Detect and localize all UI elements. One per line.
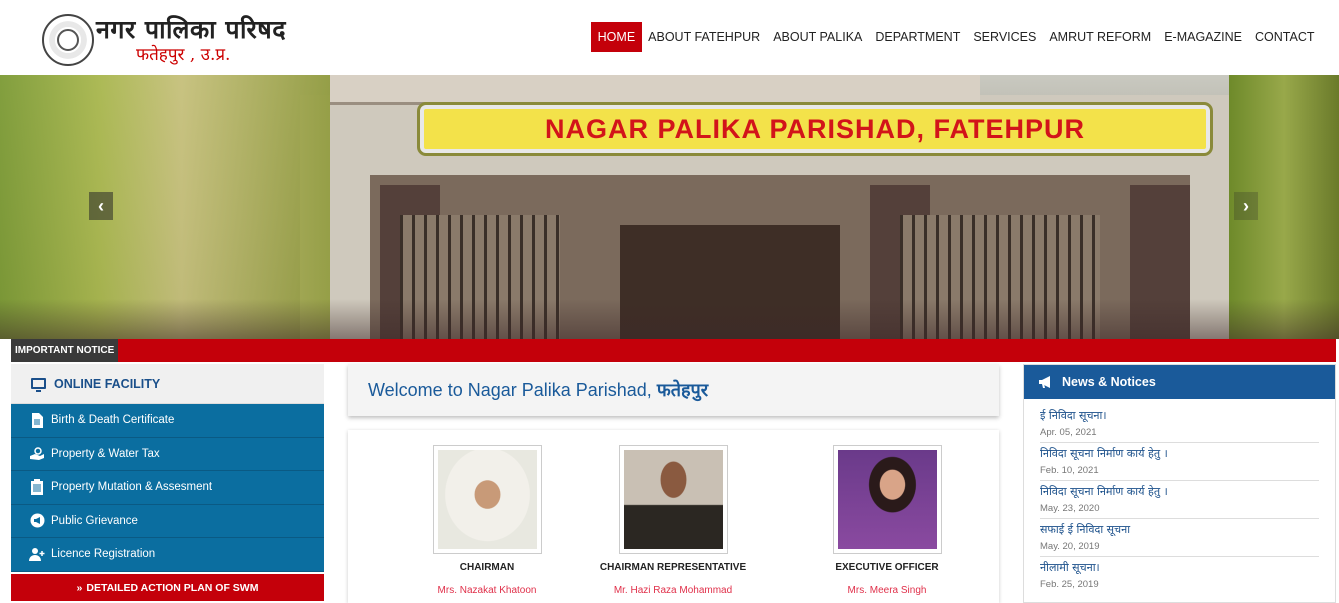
important-notice-marquee[interactable]: IMPORTANT NOTICE: [11, 339, 1336, 362]
official-name[interactable]: Mrs. Meera Singh: [787, 585, 987, 596]
official-card: CHAIRMAN Mrs. Nazakat Khatoon: [387, 445, 587, 596]
official-name[interactable]: Mr. Hazi Raza Mohammad: [573, 585, 773, 596]
building-banner: NAGAR PALIKA PARISHAD, FATEHPUR: [420, 105, 1210, 153]
hand-money-icon: [29, 446, 45, 462]
news-date: Apr. 05, 2021: [1040, 427, 1097, 438]
nav-about-palika[interactable]: ABOUT PALIKA: [767, 22, 869, 52]
site-header: नगर पालिका परिषद फतेहपुर , उ.प्र. HOME A…: [0, 0, 1339, 75]
news-date: Feb. 25, 2019: [1040, 579, 1099, 590]
user-add-icon: [29, 546, 45, 562]
official-card: EXECUTIVE OFFICER Mrs. Meera Singh: [787, 445, 987, 596]
chevron-left-icon: ‹: [98, 195, 104, 216]
hero-carousel: NAGAR PALIKA PARISHAD, FATEHPUR ‹ ›: [0, 75, 1339, 339]
welcome-city: फतेहपुर: [656, 380, 709, 401]
facility-property-mutation[interactable]: Property Mutation & Assesment: [11, 471, 324, 505]
news-item: नीलामी सूचना। Feb. 25, 2019: [1040, 557, 1319, 594]
online-facility-header: ONLINE FACILITY: [11, 364, 324, 404]
swm-action-plan-button[interactable]: » DETAILED ACTION PLAN OF SWM: [11, 574, 324, 601]
welcome-text: Welcome to Nagar Palika Parishad,: [368, 379, 652, 400]
news-link[interactable]: निविदा सूचना निर्माण कार्य हेतु ।: [1040, 446, 1319, 461]
official-photo: [832, 445, 942, 554]
news-item: निविदा सूचना निर्माण कार्य हेतु । Feb. 1…: [1040, 443, 1319, 481]
news-item: सफाई ई निविदा सूचना May. 20, 2019: [1040, 519, 1319, 557]
officials-panel: CHAIRMAN Mrs. Nazakat Khatoon CHAIRMAN R…: [348, 430, 999, 603]
nav-about-fatehpur[interactable]: ABOUT FATEHPUR: [642, 22, 767, 52]
news-list: ई निविदा सूचना। Apr. 05, 2021 निविदा सूच…: [1024, 399, 1335, 594]
official-role: CHAIRMAN REPRESENTATIVE: [599, 562, 747, 573]
official-card: CHAIRMAN REPRESENTATIVE Mr. Hazi Raza Mo…: [573, 445, 773, 596]
clipboard-icon: [29, 479, 45, 496]
nav-amrut-reform[interactable]: AMRUT REFORM: [1043, 22, 1158, 52]
nav-home[interactable]: HOME: [591, 22, 642, 52]
news-link[interactable]: सफाई ई निविदा सूचना: [1040, 522, 1319, 537]
official-role: EXECUTIVE OFFICER: [835, 562, 939, 573]
logo-subtitle: फतेहपुर , उ.प्र.: [136, 45, 231, 65]
document-icon: [29, 412, 45, 428]
news-date: Feb. 10, 2021: [1040, 465, 1099, 476]
news-link[interactable]: निविदा सूचना निर्माण कार्य हेतु ।: [1040, 484, 1319, 499]
nav-contact[interactable]: CONTACT: [1249, 22, 1322, 52]
main-nav: HOME ABOUT FATEHPUR ABOUT PALIKA DEPARTM…: [591, 22, 1321, 52]
monitor-icon: [31, 378, 46, 392]
online-facility-title: ONLINE FACILITY: [54, 376, 161, 391]
bullhorn-icon: [1038, 375, 1054, 389]
news-header: News & Notices: [1024, 365, 1335, 399]
official-photo: [432, 445, 542, 554]
news-title: News & Notices: [1062, 375, 1156, 389]
welcome-panel: Welcome to Nagar Palika Parishad, फतेहपु…: [348, 364, 999, 416]
news-item: ई निविदा सूचना। Apr. 05, 2021: [1040, 405, 1319, 443]
online-facility-list: Birth & Death Certificate Property & Wat…: [11, 404, 324, 572]
logo-title[interactable]: नगर पालिका परिषद: [96, 12, 286, 46]
facility-birth-death-certificate[interactable]: Birth & Death Certificate: [11, 404, 324, 438]
nav-e-magazine[interactable]: E-MAGAZINE: [1158, 22, 1249, 52]
megaphone-icon: [29, 513, 45, 529]
nav-department[interactable]: DEPARTMENT: [869, 22, 967, 52]
chevron-right-icon: ›: [1243, 195, 1249, 216]
double-chevron-right-icon: »: [76, 581, 83, 594]
news-link[interactable]: ई निविदा सूचना।: [1040, 408, 1319, 423]
facility-public-grievance[interactable]: Public Grievance: [11, 504, 324, 538]
notice-label: IMPORTANT NOTICE: [11, 339, 119, 362]
official-photo: [618, 445, 728, 554]
news-date: May. 20, 2019: [1040, 541, 1100, 552]
carousel-prev-button[interactable]: ‹: [89, 192, 113, 220]
facility-property-water-tax[interactable]: Property & Water Tax: [11, 437, 324, 471]
news-item: निविदा सूचना निर्माण कार्य हेतु । May. 2…: [1040, 481, 1319, 519]
facility-licence-registration[interactable]: Licence Registration: [11, 538, 324, 572]
official-role: CHAIRMAN: [459, 562, 515, 573]
official-name[interactable]: Mrs. Nazakat Khatoon: [387, 585, 587, 596]
nav-services[interactable]: SERVICES: [967, 22, 1043, 52]
up-government-emblem-icon[interactable]: [42, 14, 94, 66]
news-notices-panel: News & Notices ई निविदा सूचना। Apr. 05, …: [1023, 364, 1336, 603]
news-link[interactable]: नीलामी सूचना।: [1040, 560, 1319, 575]
carousel-next-button[interactable]: ›: [1234, 192, 1258, 220]
news-date: May. 23, 2020: [1040, 503, 1100, 514]
